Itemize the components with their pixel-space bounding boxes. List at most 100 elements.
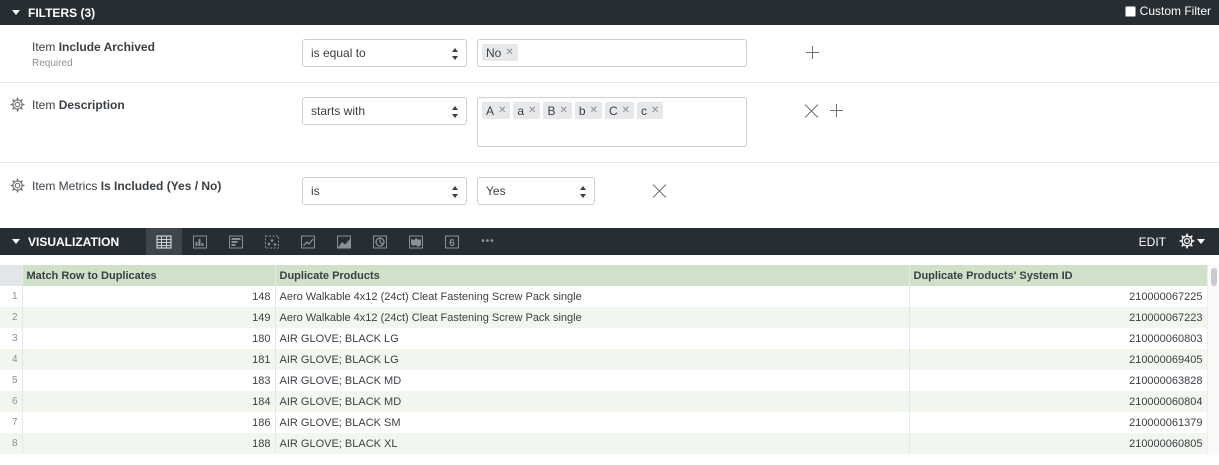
match-row-cell: 186: [22, 412, 276, 433]
add-filter-value-icon[interactable]: [806, 46, 819, 59]
visualization-settings-button[interactable]: [1179, 233, 1205, 249]
table-row: 8 188 AIR GLOVE; BLACK XL 210000060805: [0, 433, 1208, 454]
collapse-caret-icon[interactable]: [12, 239, 20, 244]
product-cell: AIR GLOVE; BLACK LG: [275, 328, 910, 349]
table-row: 2 149 Aero Walkable 4x12 (24ct) Cleat Fast…: [0, 307, 1208, 328]
remove-tag-icon[interactable]: ✕: [590, 105, 598, 116]
tag-text: C: [608, 103, 618, 118]
column-header[interactable]: Duplicate Products' System ID: [909, 265, 1208, 286]
table-row: 7 186 AIR GLOVE; BLACK SM 210000061379: [0, 412, 1208, 433]
pie-chart-icon[interactable]: [362, 228, 398, 255]
product-cell: AIR GLOVE; BLACK SM: [275, 412, 910, 433]
gear-icon: [1179, 233, 1195, 249]
row-number: 1: [0, 286, 23, 307]
remove-tag-icon[interactable]: ✕: [498, 105, 506, 116]
filter-view-name: Item: [32, 98, 56, 112]
system-id-cell: 210000060805: [909, 433, 1208, 454]
single-value-glyph: 6: [449, 238, 455, 249]
custom-filter-checkbox[interactable]: [1124, 5, 1136, 17]
table-header-row: Match Row to Duplicates Duplicate Produc…: [0, 265, 1208, 286]
remove-tag-icon[interactable]: ✕: [528, 105, 536, 116]
operator-select[interactable]: starts with: [302, 97, 467, 125]
system-id-cell: 210000067225: [909, 286, 1208, 307]
area-chart-icon[interactable]: [326, 228, 362, 255]
remove-filter-icon[interactable]: [653, 184, 667, 198]
collapse-caret-icon[interactable]: [12, 10, 20, 15]
filter-row-include-archived: Item Include Archived Required is equal …: [0, 25, 1219, 83]
gear-icon[interactable]: [10, 97, 25, 112]
match-row-cell: 181: [22, 349, 276, 370]
more-glyph: •••: [481, 236, 495, 247]
value-select-text: Yes: [486, 184, 506, 198]
operator-select[interactable]: is equal to: [302, 39, 467, 67]
more-icon[interactable]: •••: [470, 228, 506, 255]
remove-tag-icon[interactable]: ✕: [505, 47, 513, 58]
filter-row-description: Item Description starts with A ✕ a ✕ B ✕ b ✕ C ✕ c…: [0, 83, 1219, 163]
row-number: 4: [0, 349, 23, 370]
table-icon[interactable]: [146, 228, 182, 255]
row-number: 7: [0, 412, 23, 433]
value-tag: C ✕: [604, 102, 635, 119]
operator-select[interactable]: is: [302, 177, 467, 205]
row-number: 6: [0, 391, 23, 412]
bar-chart-icon[interactable]: [218, 228, 254, 255]
value-tag-input[interactable]: No ✕: [477, 39, 747, 67]
column-header[interactable]: Duplicate Products: [275, 265, 910, 286]
add-filter-value-icon[interactable]: [830, 104, 843, 117]
match-row-cell: 183: [22, 370, 276, 391]
table-row: 4 181 AIR GLOVE; BLACK LG 210000069405: [0, 349, 1208, 370]
column-header[interactable]: Match Row to Duplicates: [22, 265, 276, 286]
row-number-header: [0, 265, 23, 286]
value-tag: A ✕: [482, 102, 511, 119]
filter-field-name: Description: [58, 98, 125, 112]
scrollbar-thumb[interactable]: [1211, 268, 1217, 286]
product-cell: Aero Walkable 4x12 (24ct) Cleat Fastenin…: [275, 307, 910, 328]
table-row: 1 148 Aero Walkable 4x12 (24ct) Cleat Fast…: [0, 286, 1208, 307]
value-tag: c ✕: [637, 102, 664, 119]
map-icon[interactable]: [398, 228, 434, 255]
remove-tag-icon[interactable]: ✕: [651, 105, 659, 116]
product-cell: AIR GLOVE; BLACK XL: [275, 433, 910, 454]
tag-text: c: [641, 103, 648, 118]
single-value-icon[interactable]: 6: [434, 228, 470, 255]
tag-text: a: [517, 103, 525, 118]
column-chart-icon[interactable]: [182, 228, 218, 255]
match-row-cell: 180: [22, 328, 276, 349]
custom-filter-toggle[interactable]: Custom Filter: [1124, 4, 1211, 18]
tag-text: No: [486, 45, 502, 60]
value-tag-input[interactable]: A ✕ a ✕ B ✕ b ✕ C ✕ c ✕: [477, 97, 747, 147]
value-tag: b ✕: [574, 102, 602, 119]
filters-title: FILTERS (3): [28, 5, 96, 20]
value-tag: No ✕: [482, 44, 518, 61]
edit-button[interactable]: EDIT: [1139, 235, 1166, 249]
vertical-scrollbar[interactable]: [1207, 265, 1219, 455]
custom-filter-label: Custom Filter: [1139, 4, 1211, 18]
row-number: 3: [0, 328, 23, 349]
system-id-cell: 210000069405: [909, 349, 1208, 370]
filters-header[interactable]: FILTERS (3) Custom Filter: [0, 0, 1219, 25]
table-row: 3 180 AIR GLOVE; BLACK LG 210000060803: [0, 328, 1208, 349]
line-chart-icon[interactable]: [290, 228, 326, 255]
select-arrows-icon: [452, 186, 458, 198]
remove-tag-icon[interactable]: ✕: [622, 105, 630, 116]
tag-text: B: [547, 103, 556, 118]
visualization-header[interactable]: VISUALIZATION 6 ••• EDIT: [0, 228, 1219, 255]
visualization-title: VISUALIZATION: [28, 234, 120, 249]
system-id-cell: 210000067223: [909, 307, 1208, 328]
table-row: 6 184 AIR GLOVE; BLACK MD 210000060804: [0, 391, 1208, 412]
remove-tag-icon[interactable]: ✕: [560, 105, 568, 116]
filter-label: Item Description: [32, 98, 125, 112]
match-row-cell: 149: [22, 307, 276, 328]
chevron-down-icon: [1197, 238, 1205, 244]
operator-value: starts with: [311, 104, 366, 118]
results-table: Match Row to Duplicates Duplicate Produc…: [0, 265, 1208, 454]
gear-icon[interactable]: [10, 178, 25, 193]
filter-label: Item Include Archived: [32, 40, 155, 54]
row-number: 2: [0, 307, 23, 328]
remove-filter-icon[interactable]: [805, 104, 819, 118]
scatter-icon[interactable]: [254, 228, 290, 255]
product-cell: AIR GLOVE; BLACK LG: [275, 349, 910, 370]
visualization-type-picker: 6 •••: [146, 228, 506, 255]
value-select[interactable]: Yes: [477, 177, 595, 205]
tag-text: b: [578, 103, 586, 118]
